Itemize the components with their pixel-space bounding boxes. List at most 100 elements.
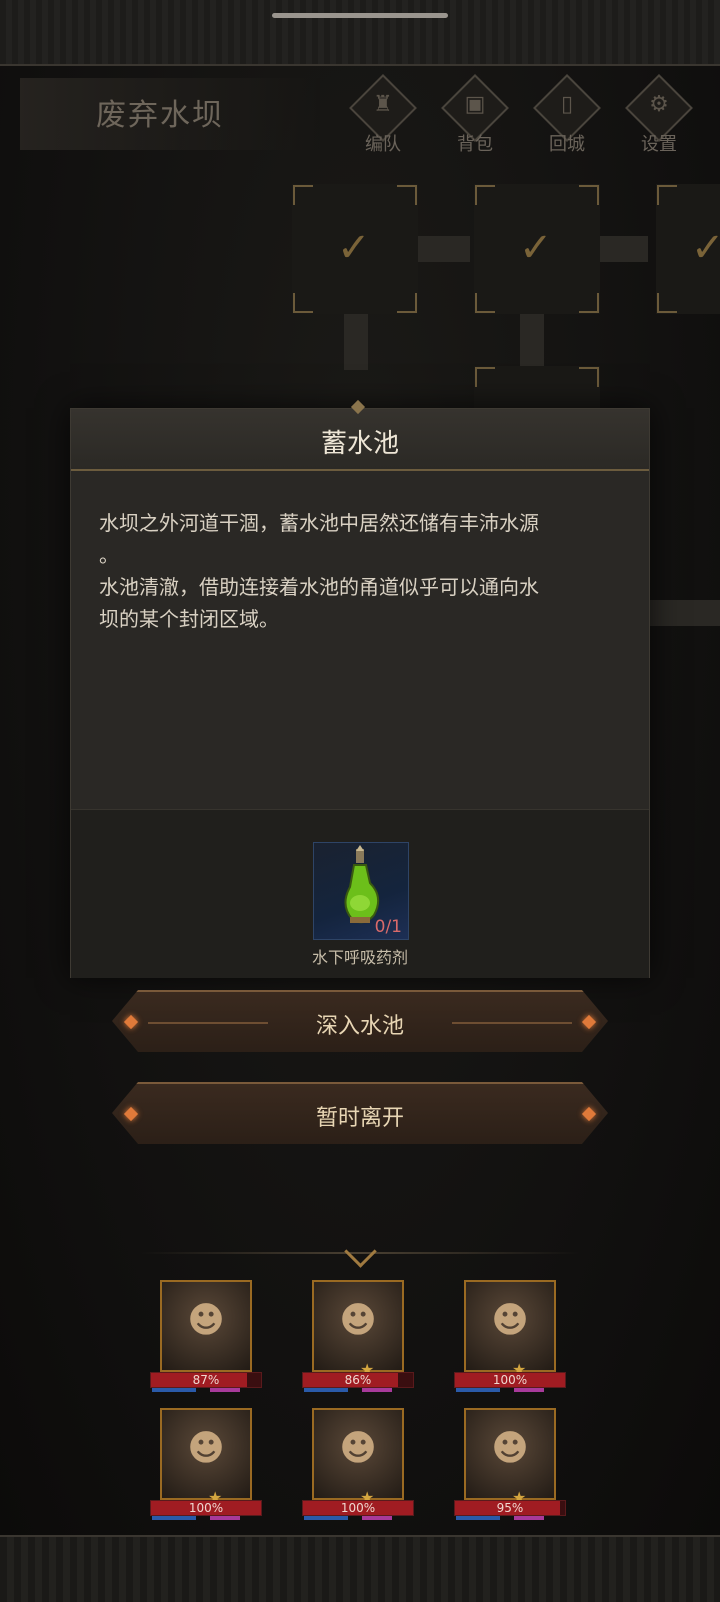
mage-portrait: ☻ ★ (464, 1408, 556, 1507)
energy-bar (210, 1388, 240, 1392)
enter-pool-button[interactable]: 深入水池 (112, 990, 608, 1052)
map-corridor (520, 310, 544, 370)
helmet-icon: ♜ (373, 92, 393, 117)
top-frame (0, 0, 720, 66)
knight-portrait: ☻ ★ (312, 1408, 404, 1507)
witch-portrait: ☻ ★ (464, 1280, 556, 1379)
room-corner (397, 293, 417, 313)
menu-settings-button[interactable]: ⚙ 设置 (622, 74, 696, 156)
room-corner (475, 293, 495, 313)
priestess-portrait: ☻ ★ (160, 1408, 252, 1507)
hero-slot[interactable]: ☻ ★ 100% (302, 1408, 414, 1530)
map-corridor (640, 600, 720, 626)
hero-slot[interactable]: ☻ ★ 95% (454, 1408, 566, 1530)
hp-bar: 100% (302, 1500, 414, 1516)
room-corner (293, 185, 313, 205)
room-corner (579, 293, 599, 313)
hero-slot[interactable]: ☻ ★ 100% (150, 1408, 262, 1530)
map-corridor (596, 236, 648, 262)
zone-title: 废弃水坝 (96, 98, 224, 133)
face-icon: ☻ (339, 1300, 377, 1341)
map-room-current[interactable] (474, 366, 600, 408)
hp-bar: 87% (150, 1372, 262, 1388)
energy-bar (362, 1388, 392, 1392)
resource-bars (304, 1388, 410, 1392)
energy-bar (514, 1388, 544, 1392)
dialog-description: 水坝之外河道干涸，蓄水池中居然还储有丰沛水源 。 水池清澈，借助连接着水池的甬道… (99, 511, 539, 631)
map-room-cleared[interactable]: ✓ (292, 184, 418, 314)
drag-handle[interactable] (272, 13, 448, 18)
resource-bars (304, 1516, 410, 1520)
resource-bars (152, 1388, 258, 1392)
room-corner (657, 185, 677, 205)
map-room-cleared[interactable]: ✓ (656, 184, 720, 314)
mana-bar (304, 1388, 348, 1392)
resource-bars (152, 1516, 258, 1520)
event-dialog: 蓄水池 水坝之外河道干涸，蓄水池中居然还储有丰沛水源 。 水池清澈，借助连接着水… (70, 399, 650, 978)
dialog-requirements: 0/1 水下呼吸药剂 (71, 809, 649, 978)
room-corner (475, 367, 495, 387)
dialog-header: 蓄水池 (71, 399, 649, 471)
door-icon: ▯ (560, 92, 574, 117)
hero-slot[interactable]: ☻ ★ 100% (454, 1280, 566, 1402)
energy-bar (210, 1516, 240, 1520)
menu-backpack-button[interactable]: ▣ 背包 (438, 74, 512, 156)
hp-bar: 86% (302, 1372, 414, 1388)
energy-bar (362, 1516, 392, 1520)
leave-button[interactable]: 暂时离开 (112, 1082, 608, 1144)
map-room-cleared[interactable]: ✓ (474, 184, 600, 314)
menu-label: 设置 (641, 134, 677, 155)
hp-bar: 100% (454, 1372, 566, 1388)
mana-bar (456, 1388, 500, 1392)
hero-slot[interactable]: ☻ ★ 86% (302, 1280, 414, 1402)
room-corner (397, 185, 417, 205)
resource-bars (456, 1388, 562, 1392)
hp-text: 100% (340, 1501, 376, 1515)
menu-formation-button[interactable]: ♜ 编队 (346, 74, 420, 156)
face-icon: ☻ (187, 1300, 225, 1341)
checkmark-icon: ✓ (519, 225, 553, 271)
hero-slot[interactable]: ☻ 87% (150, 1280, 262, 1402)
face-icon: ☻ (187, 1428, 225, 1469)
room-corner (579, 185, 599, 205)
dialog-title: 蓄水池 (320, 429, 399, 459)
gear-icon: ⚙ (649, 92, 669, 117)
required-item-name: 水下呼吸药剂 (311, 948, 408, 967)
bottom-frame (0, 1535, 720, 1602)
menu-return-town-button[interactable]: ▯ 回城 (530, 74, 604, 156)
menu-label: 编队 (365, 134, 401, 155)
druid-portrait: ☻ ★ (312, 1280, 404, 1379)
menu-label: 背包 (457, 134, 493, 155)
map-corridor (410, 236, 470, 262)
room-corner (657, 293, 677, 313)
checkmark-icon: ✓ (691, 225, 720, 271)
leave-label: 暂时离开 (315, 1106, 404, 1131)
mana-bar (152, 1516, 196, 1520)
room-corner (475, 185, 495, 205)
backpack-icon: ▣ (464, 92, 486, 117)
dialog-body: 水坝之外河道干涸，蓄水池中居然还储有丰沛水源 。 水池清澈，借助连接着水池的甬道… (71, 471, 649, 809)
enter-pool-label: 深入水池 (315, 1014, 404, 1039)
checkmark-icon: ✓ (337, 225, 371, 271)
face-icon: ☻ (491, 1300, 529, 1341)
hp-bar: 95% (454, 1500, 566, 1516)
hp-text: 87% (192, 1373, 220, 1387)
hp-text: 100% (188, 1501, 224, 1515)
face-icon: ☻ (339, 1428, 377, 1469)
menu-label: 回城 (549, 134, 585, 155)
item-count: 0/1 (374, 917, 402, 937)
hp-text: 100% (492, 1373, 528, 1387)
warrior-portrait: ☻ (160, 1280, 252, 1372)
map-corridor (344, 310, 368, 370)
resource-bars (456, 1516, 562, 1520)
mana-bar (152, 1388, 196, 1392)
required-item-slot[interactable]: 0/1 (313, 842, 409, 940)
hp-text: 95% (496, 1501, 524, 1515)
face-icon: ☻ (491, 1428, 529, 1469)
mana-bar (456, 1516, 500, 1520)
room-corner (579, 367, 599, 387)
mana-bar (304, 1516, 348, 1520)
room-corner (293, 293, 313, 313)
hp-bar: 100% (150, 1500, 262, 1516)
energy-bar (514, 1516, 544, 1520)
